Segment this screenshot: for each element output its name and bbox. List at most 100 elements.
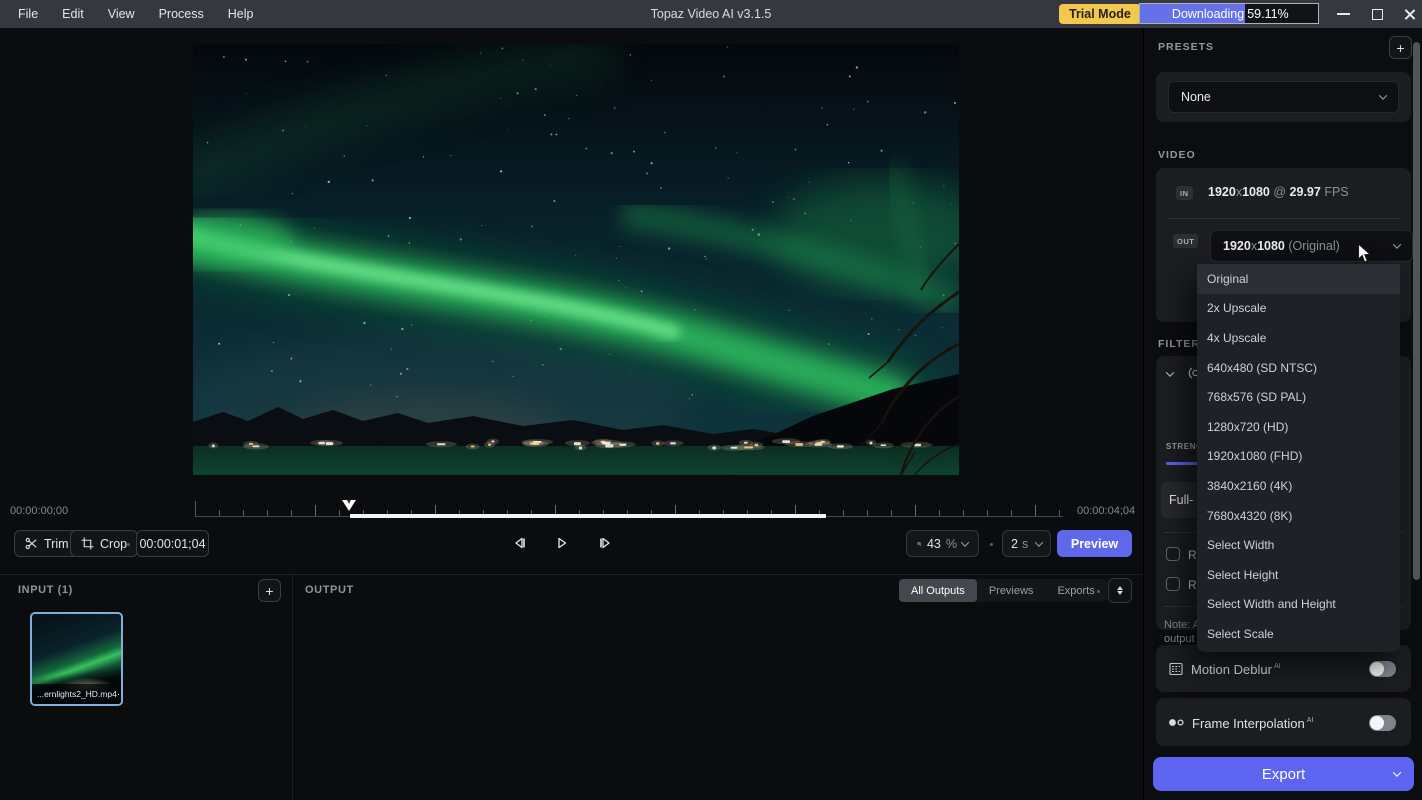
- menu-file[interactable]: File: [6, 0, 50, 28]
- resolution-option[interactable]: 7680x4320 (8K): [1197, 501, 1400, 531]
- previous-frame-icon: [511, 535, 528, 551]
- preview-length-value: 2: [1011, 537, 1018, 551]
- resolution-option[interactable]: 3840x2160 (4K): [1197, 471, 1400, 501]
- aurora-video-frame: [193, 44, 959, 475]
- timeline-range-bar[interactable]: [350, 514, 826, 518]
- resolution-option[interactable]: 768x576 (SD PAL): [1197, 382, 1400, 412]
- download-progress-fill: Downloading: [1140, 4, 1245, 23]
- zoom-value: 43: [927, 537, 941, 551]
- motion-deblur-label: Motion DeblurAI: [1191, 661, 1281, 679]
- trim-label: Trim: [44, 537, 69, 551]
- presets-label: PRESETS: [1158, 41, 1214, 53]
- title-bar: File Edit View Process Help Topaz Video …: [0, 0, 1422, 28]
- preview-button[interactable]: Preview: [1057, 530, 1132, 557]
- resolution-option[interactable]: 1280x720 (HD): [1197, 412, 1400, 442]
- separator-dot: [990, 543, 993, 546]
- maximize-button[interactable]: [1364, 0, 1390, 28]
- window-title: Topaz Video AI v3.1.5: [651, 0, 772, 28]
- motion-deblur-icon: [1169, 662, 1183, 676]
- filters-note-line1: Note: A: [1164, 618, 1200, 632]
- frame-interpolation-card: Frame InterpolationAI: [1156, 698, 1411, 746]
- timeline-start-timecode: 00:00:00;00: [10, 505, 68, 517]
- sidebar-scrollbar[interactable]: [1413, 42, 1420, 580]
- minimize-button[interactable]: [1330, 0, 1356, 28]
- motion-deblur-toggle[interactable]: [1369, 661, 1396, 677]
- scissors-icon: [25, 537, 38, 550]
- menu-bar: File Edit View Process Help: [6, 0, 265, 28]
- preview-length-dropdown[interactable]: 2 s: [1002, 530, 1051, 557]
- transport-controls: [508, 532, 616, 554]
- chevron-down-icon: [1379, 91, 1387, 99]
- play-button[interactable]: [551, 532, 573, 554]
- playhead-notch: [347, 500, 351, 504]
- menu-edit[interactable]: Edit: [50, 0, 96, 28]
- tab-all-outputs[interactable]: All Outputs: [899, 579, 977, 602]
- sort-icon: [1117, 586, 1123, 590]
- trial-mode-badge[interactable]: Trial Mode: [1059, 4, 1141, 24]
- next-frame-button[interactable]: [594, 532, 616, 554]
- filter-checkbox-1-label: R: [1188, 548, 1197, 562]
- input-thumbnail[interactable]: ...ernlights2_HD.mp4 ···: [30, 612, 123, 706]
- resolution-option[interactable]: Select Width and Height: [1197, 590, 1400, 620]
- previous-frame-button[interactable]: [508, 532, 530, 554]
- more-options-icon[interactable]: ···: [117, 689, 123, 700]
- motion-deblur-card: Motion DeblurAI: [1156, 645, 1411, 692]
- topaz-video-ai-window: File Edit View Process Help Topaz Video …: [0, 0, 1422, 800]
- frame-interpolation-icon: [1168, 716, 1185, 729]
- chevron-down-icon: [1035, 538, 1043, 546]
- output-panel-label: OUTPUT: [305, 584, 354, 596]
- magnifier-icon: [917, 538, 922, 550]
- minimize-icon: [1337, 13, 1350, 15]
- collapse-filter-button[interactable]: [1167, 371, 1173, 377]
- timeline-end-timecode: 00:00:04;04: [1077, 505, 1135, 517]
- maximize-icon: [1372, 9, 1383, 20]
- horizontal-divider: [0, 574, 1143, 575]
- output-resolution-select[interactable]: 1920x1080 (Original): [1210, 230, 1413, 262]
- resolution-option[interactable]: 1920x1080 (FHD): [1197, 442, 1400, 472]
- resolution-option[interactable]: 640x480 (SD NTSC): [1197, 353, 1400, 383]
- menu-view[interactable]: View: [96, 0, 147, 28]
- preset-value: None: [1181, 90, 1211, 104]
- export-button[interactable]: Export: [1153, 757, 1414, 791]
- resolution-option[interactable]: 4x Upscale: [1197, 323, 1400, 353]
- chevron-down-icon: [961, 538, 969, 546]
- frame-interpolation-toggle[interactable]: [1369, 715, 1396, 731]
- current-timecode-field[interactable]: 00:00:01;04: [136, 530, 209, 557]
- filter-checkbox-2-label: R: [1188, 578, 1197, 592]
- input-file-name: ...ernlights2_HD.mp4: [37, 689, 117, 699]
- dotted-divider: [1168, 218, 1399, 219]
- video-label: VIDEO: [1158, 149, 1196, 161]
- download-progress: Downloading 59.11%: [1139, 3, 1319, 24]
- input-resolution: 1920x1080 @ 29.97 FPS: [1208, 185, 1349, 199]
- close-button[interactable]: [1396, 0, 1422, 28]
- filter-checkbox-2[interactable]: [1166, 577, 1180, 591]
- filters-note-line2: output: [1164, 632, 1195, 646]
- separator-dot: [1097, 590, 1100, 593]
- resolution-option[interactable]: Original: [1197, 264, 1400, 294]
- output-resolution-value: 1920x1080 (Original): [1223, 239, 1340, 253]
- menu-process[interactable]: Process: [147, 0, 216, 28]
- resolution-option[interactable]: Select Width: [1197, 530, 1400, 560]
- download-percent: 59.11%: [1247, 7, 1288, 21]
- filter-checkbox-1[interactable]: [1166, 547, 1180, 561]
- tab-previews[interactable]: Previews: [977, 579, 1046, 602]
- menu-help[interactable]: Help: [216, 0, 266, 28]
- timeline-ruler[interactable]: [195, 501, 1063, 517]
- presets-card: None: [1156, 72, 1411, 122]
- preset-select[interactable]: None: [1168, 81, 1399, 113]
- add-preset-button[interactable]: +: [1389, 36, 1412, 59]
- vertical-divider: [292, 575, 293, 800]
- separator-dot: [127, 543, 130, 546]
- resolution-option[interactable]: Select Scale: [1197, 619, 1400, 649]
- mouse-cursor: [1357, 243, 1375, 264]
- in-badge: IN: [1176, 186, 1193, 200]
- video-preview: [193, 44, 959, 475]
- zoom-level-dropdown[interactable]: 43 %: [906, 530, 979, 557]
- next-frame-icon: [597, 535, 614, 551]
- download-label: Downloading: [1172, 7, 1245, 21]
- resolution-option[interactable]: Select Height: [1197, 560, 1400, 590]
- resolution-option[interactable]: 2x Upscale: [1197, 294, 1400, 324]
- sort-outputs-button[interactable]: [1108, 578, 1132, 603]
- add-input-button[interactable]: +: [258, 579, 281, 602]
- chevron-down-icon: [1393, 240, 1401, 248]
